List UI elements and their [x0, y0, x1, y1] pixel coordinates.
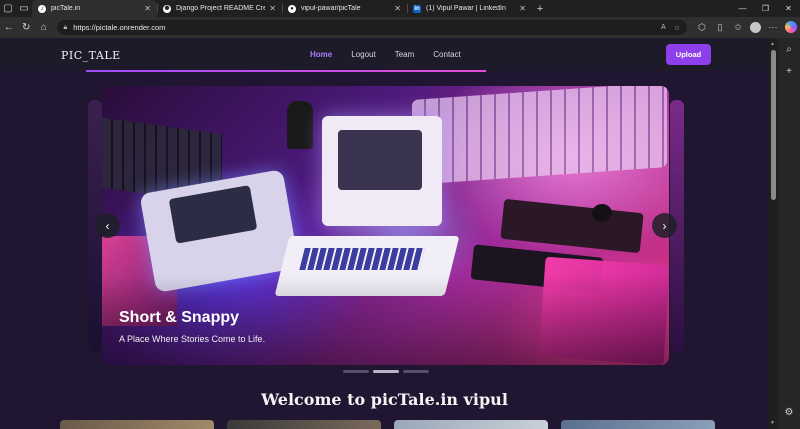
tab-title: vipul-pawar/picTale	[301, 5, 361, 12]
carousel-indicator-2[interactable]	[373, 370, 399, 373]
carousel-prev-button[interactable]: ‹	[95, 213, 120, 238]
refresh-icon[interactable]: ↻	[18, 17, 36, 38]
carousel-indicator-3[interactable]	[403, 370, 429, 373]
scroll-down-icon[interactable]: ▼	[770, 420, 775, 426]
site-menu: Home Logout Team Contact	[310, 50, 480, 59]
story-thumbnail[interactable]	[60, 420, 214, 429]
address-toolbar: ← ↻ ⌂ 🔒︎ https://pictale.onrender.com A …	[0, 17, 800, 38]
search-icon[interactable]: ⌕	[778, 38, 800, 60]
more-menu-icon[interactable]: ⋯	[764, 17, 782, 38]
site-navbar: PIC_TALE Home Logout Team Contact Upload	[0, 38, 769, 71]
tab-title: picTale.in	[51, 5, 81, 12]
carousel-slide-image: Short & Snappy A Place Where Stories Com…	[102, 86, 669, 365]
welcome-heading: Welcome to picTale.in vipul	[261, 390, 508, 409]
story-thumbnail[interactable]	[227, 420, 381, 429]
address-bar[interactable]: 🔒︎ https://pictale.onrender.com A ☆	[56, 20, 687, 35]
upload-button[interactable]: Upload	[666, 44, 711, 65]
page-viewport: PIC_TALE Home Logout Team Contact Upload	[0, 38, 769, 429]
story-thumbnails	[60, 420, 715, 429]
nav-logout[interactable]: Logout	[351, 50, 375, 59]
split-screen-icon[interactable]: ▯	[711, 17, 729, 38]
carousel-next-button[interactable]: ›	[652, 213, 677, 238]
story-thumbnail[interactable]	[561, 420, 715, 429]
slide-title: Short & Snappy	[119, 309, 240, 326]
close-tab-icon[interactable]: ✕	[519, 4, 526, 13]
nav-contact[interactable]: Contact	[433, 50, 461, 59]
restore-icon[interactable]: ❐	[754, 0, 777, 17]
nav-team[interactable]: Team	[395, 50, 415, 59]
close-tab-icon[interactable]: ✕	[269, 4, 276, 13]
browser-window: ▢ ▭ ♪ picTale.in ✕ ✺ Django Project READ…	[0, 0, 800, 429]
knob-shape	[592, 204, 612, 222]
tab-linkedin[interactable]: in (1) Vipul Pawar | LinkedIn ✕	[407, 0, 532, 17]
close-window-icon[interactable]: ✕	[777, 0, 800, 17]
browser-tools: ⬡ ▯ ✩ ⋯	[693, 17, 800, 38]
tab-django-readme[interactable]: ✺ Django Project README Creation ✕	[157, 0, 282, 17]
console-shape	[500, 198, 644, 254]
tab-github-repo[interactable]: ● vipul-pawar/picTale ✕	[282, 0, 407, 17]
chatgpt-favicon-icon: ✺	[163, 4, 171, 13]
close-tab-icon[interactable]: ✕	[394, 4, 401, 13]
pictale-favicon-icon: ♪	[38, 4, 46, 13]
tab-title: Django Project README Creation	[176, 5, 266, 12]
extensions-icon[interactable]: ⬡	[693, 17, 711, 38]
chevron-left-icon: ‹	[105, 218, 110, 233]
lock-icon[interactable]: 🔒︎	[64, 24, 68, 32]
copilot-icon[interactable]	[784, 21, 797, 33]
home-icon[interactable]: ⌂	[35, 17, 53, 38]
tab-title: (1) Vipul Pawar | LinkedIn	[426, 5, 506, 12]
favorites-icon[interactable]: ✩	[729, 17, 747, 38]
back-icon[interactable]: ←	[0, 17, 18, 38]
gear-icon[interactable]: ⚙	[778, 401, 800, 423]
url-text: https://pictale.onrender.com	[73, 23, 166, 32]
carousel-indicators	[343, 370, 429, 373]
page-scrollbar[interactable]: ▲ ▼	[769, 38, 778, 429]
chevron-right-icon: ›	[662, 218, 667, 233]
add-icon[interactable]: +	[778, 60, 800, 82]
scroll-up-icon[interactable]: ▲	[770, 41, 775, 47]
github-favicon-icon: ●	[288, 4, 296, 13]
tab-strip: ▢ ▭ ♪ picTale.in ✕ ✺ Django Project READ…	[0, 0, 800, 17]
tab-actions-icon[interactable]: ▭	[16, 0, 32, 17]
favorite-star-icon[interactable]: ☆	[674, 24, 680, 32]
slide-subtitle: A Place Where Stories Come to Life.	[119, 334, 266, 344]
close-tab-icon[interactable]: ✕	[144, 4, 151, 13]
edge-sidebar: ⌕ + ⚙	[778, 38, 800, 429]
story-thumbnail[interactable]	[394, 420, 548, 429]
scroll-thumb[interactable]	[771, 50, 776, 200]
minimize-icon[interactable]: —	[731, 0, 754, 17]
nav-home[interactable]: Home	[310, 50, 332, 59]
new-tab-icon[interactable]: +	[532, 3, 548, 15]
linkedin-favicon-icon: in	[413, 4, 421, 13]
carousel-indicator-1[interactable]	[343, 370, 369, 373]
window-controls: — ❐ ✕	[731, 0, 800, 17]
read-aloud-icon[interactable]: A	[661, 24, 666, 31]
profile-avatar[interactable]	[749, 22, 761, 33]
site-brand[interactable]: PIC_TALE	[61, 49, 121, 62]
workspaces-icon[interactable]: ▢	[0, 0, 16, 17]
navbar-underline	[86, 70, 486, 72]
tab-pictale[interactable]: ♪ picTale.in ✕	[32, 0, 157, 17]
